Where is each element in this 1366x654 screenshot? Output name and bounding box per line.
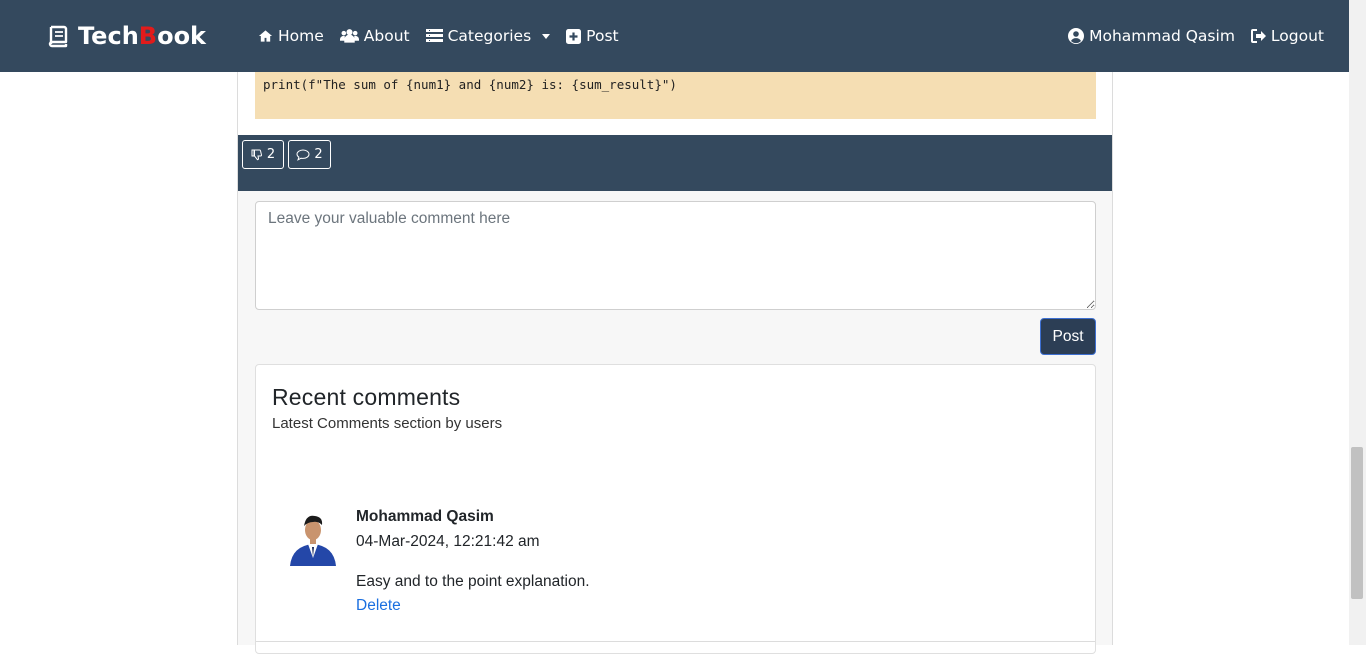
comment-text: Easy and to the point explanation.	[356, 573, 590, 590]
brand-logo[interactable]: TechBook	[46, 22, 206, 50]
nav-user-name: Mohammad Qasim	[1089, 27, 1235, 45]
nav-post[interactable]: Post	[566, 27, 619, 45]
delete-comment-link[interactable]: Delete	[356, 597, 401, 615]
code-line: print(f"The sum of {num1} and {num2} is:…	[263, 77, 677, 92]
comments-button[interactable]: 2	[288, 140, 331, 169]
scrollbar-thumb[interactable]	[1351, 447, 1363, 599]
recent-comments-title: Recent comments	[272, 384, 461, 410]
post-card: print(f"The sum of {num1} and {num2} is:…	[237, 72, 1113, 654]
nav-categories-dropdown[interactable]: Categories	[425, 27, 551, 45]
book-icon	[48, 25, 68, 48]
users-icon	[339, 29, 359, 43]
home-icon	[258, 30, 273, 42]
comment-date: 04-Mar-2024, 12:21:42 am	[356, 533, 540, 550]
avatar	[290, 515, 336, 566]
list-icon	[425, 29, 443, 42]
nav-post-label: Post	[586, 27, 619, 45]
page-scrollbar[interactable]	[1349, 0, 1366, 645]
nav-user-profile[interactable]: Mohammad Qasim	[1068, 27, 1235, 45]
comment-count: 2	[314, 147, 323, 162]
nav-home[interactable]: Home	[258, 27, 324, 45]
nav-about-label: About	[363, 27, 410, 45]
post-comment-button[interactable]: Post	[1040, 318, 1096, 355]
recent-comments-subtitle: Latest Comments section by users	[272, 415, 503, 432]
user-circle-icon	[1068, 28, 1085, 44]
chevron-down-icon	[542, 33, 551, 39]
nav-logout-label: Logout	[1270, 27, 1324, 45]
comment-icon	[296, 148, 310, 161]
top-navbar: TechBook Home About Categories Post Moha…	[0, 0, 1349, 72]
divider	[256, 641, 1095, 642]
code-block: print(f"The sum of {num1} and {num2} is:…	[255, 72, 1096, 119]
comment-input[interactable]	[255, 201, 1096, 310]
thumbs-down-icon	[251, 149, 262, 160]
comment-section: Post Recent comments Latest Comments sec…	[238, 191, 1112, 654]
comment-author: Mohammad Qasim	[356, 508, 494, 525]
nav-about[interactable]: About	[339, 27, 410, 45]
nav-logout[interactable]: Logout	[1250, 27, 1324, 45]
sign-out-icon	[1250, 29, 1266, 43]
dislike-count: 2	[266, 147, 276, 162]
nav-home-label: Home	[278, 27, 324, 45]
post-action-bar: 2 2	[238, 135, 1112, 191]
nav-categories-label: Categories	[447, 27, 532, 45]
brand-text: TechBook	[78, 22, 207, 50]
plus-square-icon	[566, 28, 582, 44]
recent-comments-card: Recent comments Latest Comments section …	[255, 364, 1096, 654]
dislike-button[interactable]: 2	[242, 140, 284, 169]
